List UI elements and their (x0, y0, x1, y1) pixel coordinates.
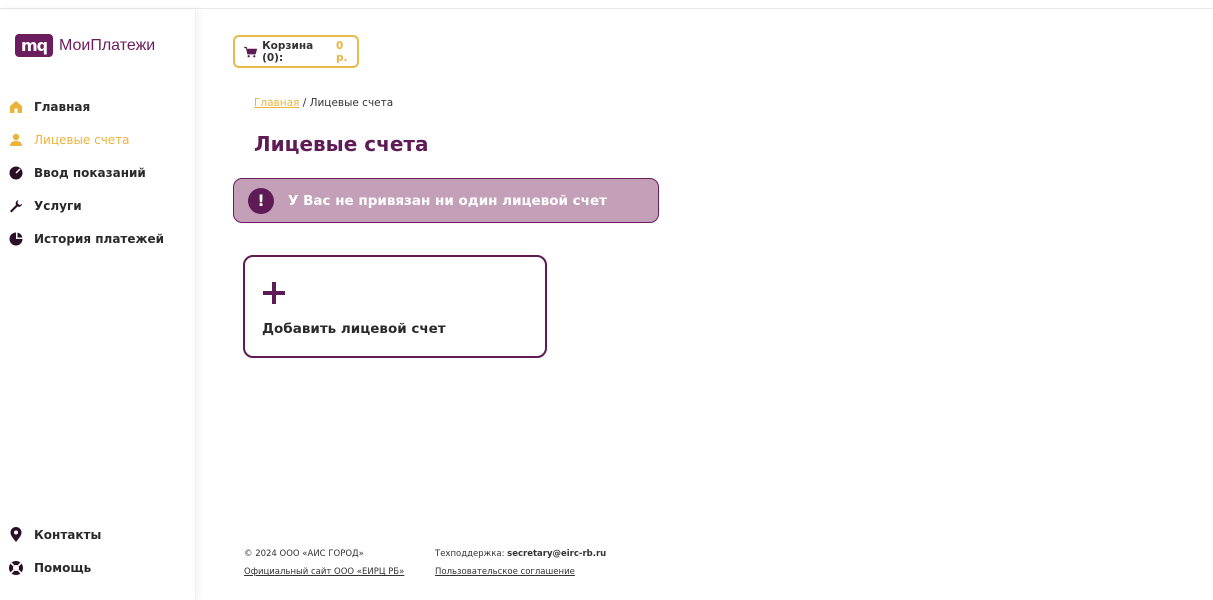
breadcrumb-current: Лицевые счета (309, 97, 394, 109)
logo-text: МоиПлатежи (59, 36, 156, 54)
sidebar-item-home[interactable]: Главная (8, 90, 164, 123)
sidebar-item-label: История платежей (34, 231, 164, 246)
cart-label: Корзина (0): (262, 39, 314, 64)
map-pin-icon (8, 526, 24, 543)
no-accounts-alert: ! У Вас не привязан ни один лицевой счет (233, 178, 659, 223)
support-label: Техподдержка: (435, 549, 508, 559)
sidebar-bottom-nav: Контакты Помощь (8, 518, 101, 584)
sidebar-item-services[interactable]: Услуги (8, 189, 164, 222)
main-content: Корзина (0): 0 р. Главная / Лицевые счет… (196, 10, 1213, 600)
official-site-link[interactable]: Официальный сайт ООО «ЕИРЦ РБ» (244, 567, 404, 577)
user-icon (8, 132, 24, 148)
breadcrumb-home-link[interactable]: Главная (254, 97, 299, 109)
user-agreement-link[interactable]: Пользовательское соглашение (435, 567, 575, 577)
sidebar-item-payment-history[interactable]: История платежей (8, 222, 164, 255)
page-title: Лицевые счета (254, 132, 429, 156)
cart-sum: 0 р. (336, 39, 348, 64)
sidebar-item-label: Ввод показаний (34, 165, 146, 180)
sidebar-item-accounts[interactable]: Лицевые счета (8, 123, 164, 156)
breadcrumb: Главная / Лицевые счета (254, 97, 393, 109)
sidebar-item-label: Услуги (34, 198, 82, 213)
footer-copyright: © 2024 ООО «АИС ГОРОД» (244, 549, 364, 559)
add-account-button[interactable]: Добавить лицевой счет (243, 255, 547, 358)
plus-icon (263, 282, 285, 308)
logo-mark: mq (15, 34, 53, 57)
sidebar-nav: Главная Лицевые счета Ввод показаний Усл… (8, 90, 164, 255)
add-account-label: Добавить лицевой счет (262, 321, 446, 337)
lifebuoy-icon (8, 560, 24, 576)
home-icon (8, 99, 24, 115)
sidebar-item-label: Главная (34, 99, 91, 114)
sidebar-item-contacts[interactable]: Контакты (8, 518, 101, 551)
logo[interactable]: mq МоиПлатежи (15, 34, 155, 57)
gauge-icon (8, 165, 24, 181)
footer-support: Техподдержка: secretary@eirc-rb.ru (435, 549, 606, 559)
wrench-icon (8, 198, 24, 214)
sidebar-item-help[interactable]: Помощь (8, 551, 101, 584)
alert-text: У Вас не привязан ни один лицевой счет (288, 192, 607, 209)
sidebar-item-label: Контакты (34, 527, 102, 542)
sidebar-item-label: Лицевые счета (34, 132, 130, 147)
pie-chart-icon (8, 231, 24, 247)
sidebar-item-label: Помощь (34, 560, 92, 575)
sidebar: mq МоиПлатежи Главная Лицевые счета Ввод… (0, 10, 196, 600)
cart-button[interactable]: Корзина (0): 0 р. (233, 35, 359, 68)
exclamation-icon: ! (248, 187, 274, 214)
breadcrumb-separator: / (299, 97, 310, 109)
sidebar-item-meter-readings[interactable]: Ввод показаний (8, 156, 164, 189)
top-border (0, 0, 1213, 9)
cart-icon (244, 46, 258, 57)
support-email[interactable]: secretary@eirc-rb.ru (507, 549, 606, 559)
